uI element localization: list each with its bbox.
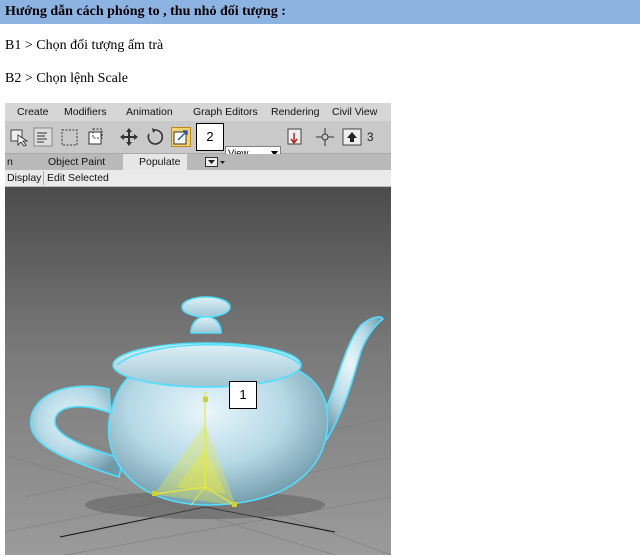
tab-partial[interactable]: n bbox=[7, 156, 13, 168]
display-menu[interactable]: Display bbox=[7, 172, 41, 184]
gizmo-axis-label: z bbox=[203, 389, 208, 399]
max-screenshot: Create Modifiers Animation Graph Editors… bbox=[5, 103, 391, 555]
scene-explorer-bar: Display Edit Selected bbox=[5, 170, 391, 187]
tab-populate[interactable]: Populate bbox=[139, 156, 180, 168]
tab-object-paint[interactable]: Object Paint bbox=[48, 156, 105, 168]
ribbon-options-icon[interactable] bbox=[205, 157, 227, 167]
subbar-divider bbox=[43, 171, 44, 185]
edit-selected-menu[interactable]: Edit Selected bbox=[47, 172, 109, 184]
page-heading: Hướng dẫn cách phóng to , thu nhỏ đối tư… bbox=[0, 0, 640, 24]
ribbon-tabs: n Object Paint Populate bbox=[5, 154, 391, 170]
perspective-viewport[interactable]: z bbox=[5, 187, 391, 555]
step-1-text: B1 > Chọn đối tượng ấm trà bbox=[5, 38, 164, 53]
callout-number-1: 1 bbox=[229, 381, 257, 409]
callout-number-2: 2 bbox=[196, 123, 224, 151]
viewport-scene: z bbox=[5, 296, 391, 555]
step-2-text: B2 > Chọn lệnh Scale bbox=[5, 71, 128, 86]
